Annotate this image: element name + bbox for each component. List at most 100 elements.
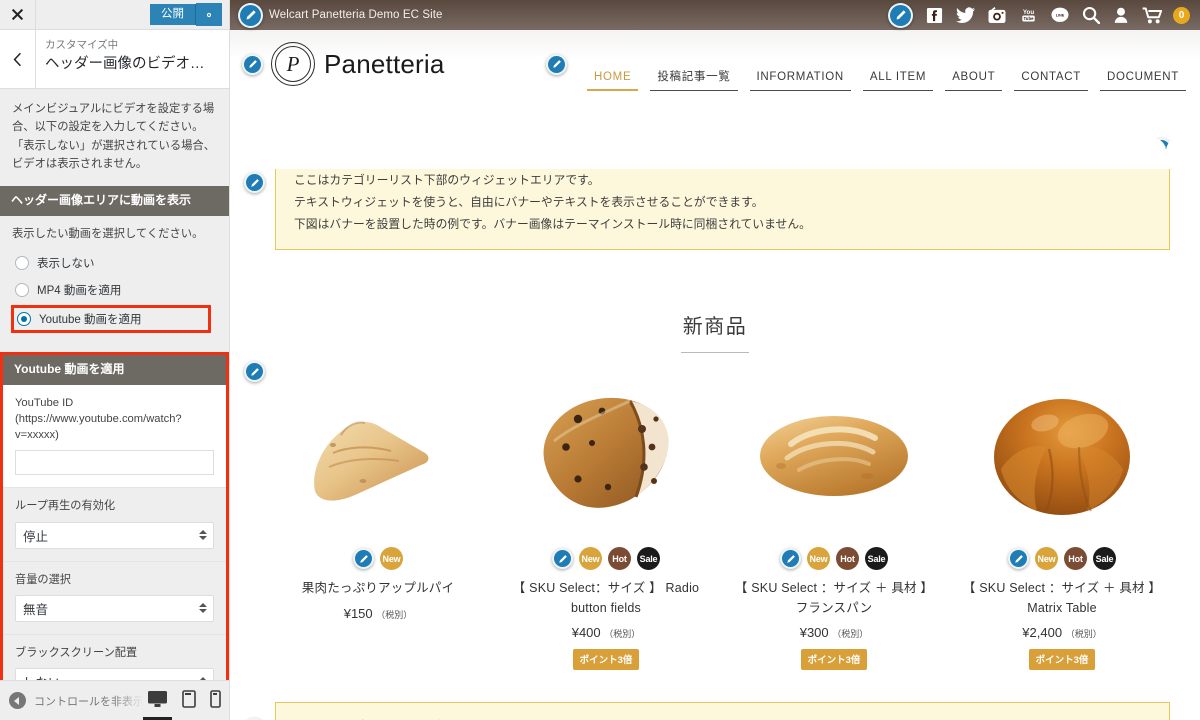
- instagram-icon[interactable]: [988, 6, 1006, 24]
- field-label: ループ再生の有効化: [15, 500, 116, 513]
- badge-new: New: [579, 547, 602, 571]
- nav-item-contact[interactable]: CONTACT: [1008, 30, 1094, 96]
- volume-select-wrapper[interactable]: 無音: [15, 594, 214, 622]
- volume-select[interactable]: 無音: [15, 594, 214, 622]
- product-name[interactable]: 【 SKU Select：サイズ 】 Radio button fields: [500, 579, 712, 618]
- product-card[interactable]: New Hot Sale 【 SKU Select ：サイズ ＋ 具材 】 Ma…: [948, 375, 1176, 671]
- facebook-icon[interactable]: [926, 7, 943, 24]
- site-title: Welcart Panetteria Demo EC Site: [269, 9, 443, 21]
- loop-select-wrapper[interactable]: 停止: [15, 521, 214, 549]
- publish-button[interactable]: 公開: [150, 3, 196, 26]
- price-value: ¥150: [343, 605, 373, 621]
- product-card[interactable]: New 果肉たっぷりアップルパイ ¥150 （税別）: [264, 375, 492, 670]
- widget-area-bottom: ここはカテゴリーリスト下部のウィジェットエリアです。 テキストウィジェットを使う…: [230, 702, 1200, 720]
- price-tax-note: （税別）: [376, 609, 413, 620]
- svg-text:You: You: [1023, 9, 1034, 16]
- main-navigation: HOME 投稿記事一覧 INFORMATION ALL ITEM ABOUT C…: [581, 30, 1192, 98]
- field-label: ブラックスクリーン配置: [15, 646, 138, 659]
- svg-text:Tube: Tube: [1023, 16, 1034, 21]
- widget-line: テキストウィジェットを使うと、自由にバナーやテキストを表示させることができます。: [294, 194, 764, 209]
- edit-pencil-icon[interactable]: [888, 2, 913, 28]
- panel-description: メインビジュアルにビデオを設定する場合、以下の設定を入力してください。「表示しな…: [12, 103, 216, 170]
- badge-sale: Sale: [1093, 547, 1116, 571]
- nav-item-all-item[interactable]: ALL ITEM: [857, 30, 939, 96]
- youtube-id-input[interactable]: [15, 450, 214, 476]
- video-radio-group: 表示したい動画を選択してください。 表示しない MP4 動画を適用 Youtub…: [0, 216, 229, 343]
- badge-sale: Sale: [637, 547, 660, 571]
- edit-pencil-icon[interactable]: [242, 53, 263, 75]
- customizer-topbar: 公開: [0, 0, 229, 30]
- radio-dot-icon: [15, 283, 29, 298]
- customizer-panel-header: カスタマイズ中 ヘッダー画像のビデオ…: [0, 30, 229, 89]
- device-mobile-button[interactable]: [210, 690, 221, 711]
- collapse-sidebar-icon[interactable]: [9, 692, 26, 709]
- product-badges: New Hot Sale: [500, 547, 712, 571]
- panel-titles: カスタマイズ中 ヘッダー画像のビデオ…: [36, 30, 215, 88]
- product-name[interactable]: 【 SKU Select ：サイズ ＋ 具材 】 フランスパン: [728, 579, 940, 618]
- blackscreen-select-wrapper[interactable]: しない: [15, 668, 214, 680]
- radio-label: MP4 動画を適用: [37, 285, 122, 298]
- product-price: ¥300 （税別）: [728, 625, 940, 640]
- product-price: ¥400 （税別）: [500, 625, 712, 640]
- youtube-panel-heading[interactable]: Youtube 動画を適用: [3, 355, 226, 385]
- search-icon[interactable]: [1082, 6, 1100, 24]
- youtube-icon[interactable]: You Tube: [1019, 7, 1038, 24]
- widget-line: ここはカテゴリーリスト下部のウィジェットエリアです。: [294, 173, 600, 187]
- edit-pencil-icon[interactable]: [552, 548, 573, 570]
- section-heading-video[interactable]: ヘッダー画像エリアに動画を表示: [0, 186, 229, 216]
- publish-group: 公開: [150, 0, 229, 29]
- radio-option-mp4[interactable]: MP4 動画を適用: [12, 278, 217, 302]
- svg-text:LINE: LINE: [1056, 13, 1065, 17]
- product-name[interactable]: 果肉たっぷりアップルパイ: [272, 579, 484, 598]
- close-icon[interactable]: [0, 0, 36, 29]
- field-label: YouTube ID (https://www.youtube.com/watc…: [15, 396, 182, 442]
- edit-pencil-icon[interactable]: [780, 548, 801, 570]
- gear-icon[interactable]: [196, 3, 222, 26]
- product-image-apple-pie: [272, 375, 484, 535]
- customizer-screen: 公開 カスタマイズ中 ヘッダー画像のビデオ… メインビジュアルにビデオを設定する…: [0, 0, 1200, 720]
- product-name[interactable]: 【 SKU Select ：サイズ ＋ 具材 】 Matrix Table: [956, 579, 1168, 618]
- edit-pencil-icon[interactable]: [244, 172, 265, 193]
- widget-line: ここはカテゴリーリスト下部のウィジェットエリアです。: [294, 716, 1151, 720]
- line-icon[interactable]: LINE: [1051, 7, 1069, 24]
- price-tax-note: （税別）: [1065, 629, 1102, 640]
- cart-count-badge: 0: [1173, 6, 1190, 24]
- cart-icon[interactable]: [1142, 7, 1164, 24]
- chevron-left-icon[interactable]: [0, 30, 36, 88]
- product-image-raisin-bread: [500, 375, 712, 535]
- price-value: ¥300: [799, 625, 829, 641]
- product-badges: New Hot Sale: [728, 547, 940, 571]
- edit-pencil-icon[interactable]: [353, 548, 374, 570]
- price-tax-note: （税別）: [604, 629, 641, 640]
- device-desktop-button[interactable]: [143, 690, 172, 720]
- scallop-fill: [230, 151, 1200, 169]
- site-preview: Welcart Panetteria Demo EC Site You Tube…: [230, 0, 1200, 720]
- blackscreen-select[interactable]: しない: [15, 668, 214, 680]
- badge-new: New: [1035, 547, 1058, 571]
- edit-pencil-icon[interactable]: [546, 53, 568, 75]
- product-image-french-roll: [728, 375, 940, 535]
- nav-item-home[interactable]: HOME: [581, 30, 644, 96]
- radio-group-label: 表示したい動画を選択してください。: [12, 227, 204, 240]
- radio-option-none[interactable]: 表示しない: [12, 251, 217, 275]
- twitter-icon[interactable]: [956, 6, 975, 24]
- device-tablet-button[interactable]: [182, 690, 196, 711]
- radio-option-youtube[interactable]: Youtube 動画を適用: [11, 305, 211, 334]
- loop-select[interactable]: 停止: [15, 521, 214, 549]
- nav-item-information[interactable]: INFORMATION: [744, 30, 857, 96]
- product-card[interactable]: New Hot Sale 【 SKU Select ：サイズ ＋ 具材 】 フラ…: [720, 375, 948, 671]
- edit-pencil-icon[interactable]: [238, 2, 263, 28]
- badge-new: New: [380, 547, 403, 571]
- site-header: P Panetteria HOME 投稿記事一覧 INFORMATION ALL…: [230, 30, 1200, 98]
- nav-item-about[interactable]: ABOUT: [939, 30, 1008, 96]
- site-branding[interactable]: P Panetteria: [271, 42, 445, 86]
- nav-item-document[interactable]: DOCUMENT: [1094, 30, 1192, 96]
- product-card[interactable]: New Hot Sale 【 SKU Select：サイズ 】 Radio bu…: [492, 375, 720, 671]
- nav-item-posts[interactable]: 投稿記事一覧: [644, 30, 743, 96]
- price-value: ¥400: [571, 625, 601, 641]
- account-icon[interactable]: [1113, 7, 1129, 24]
- field-volume: 音量の選択 無音: [3, 561, 226, 635]
- edit-pencil-icon[interactable]: [1008, 548, 1029, 570]
- product-price: ¥2,400 （税別）: [956, 625, 1168, 640]
